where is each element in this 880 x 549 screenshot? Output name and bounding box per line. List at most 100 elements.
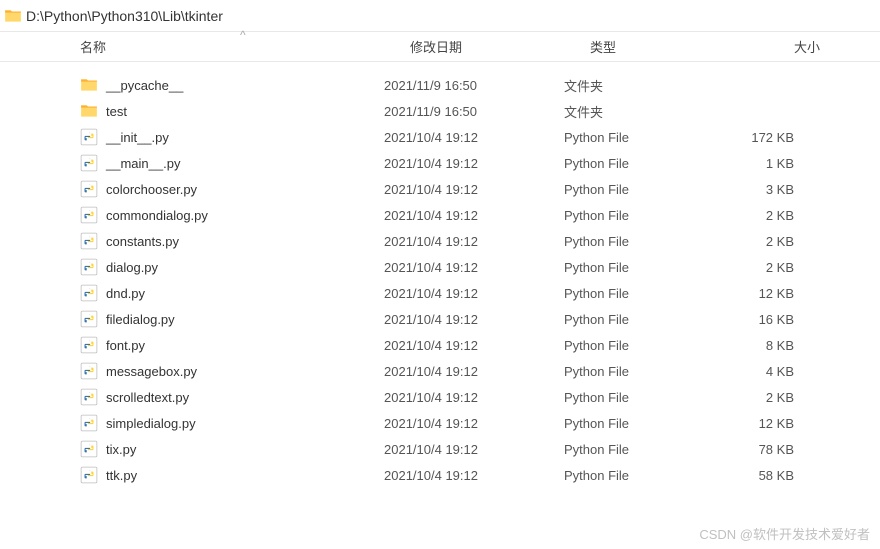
file-name-cell: __main__.py	[80, 154, 384, 172]
file-name-cell: ttk.py	[80, 466, 384, 484]
python-file-icon	[80, 310, 98, 328]
python-file-icon	[80, 180, 98, 198]
file-date: 2021/10/4 19:12	[384, 468, 564, 483]
address-path[interactable]: D:\Python\Python310\Lib\tkinter	[26, 8, 876, 24]
file-date: 2021/10/4 19:12	[384, 442, 564, 457]
file-type: Python File	[564, 312, 724, 327]
python-file-icon	[80, 154, 98, 172]
file-name-cell: simpledialog.py	[80, 414, 384, 432]
file-name-cell: constants.py	[80, 232, 384, 250]
file-size: 4 KB	[724, 364, 804, 379]
file-row[interactable]: __main__.py 2021/10/4 19:12Python File1 K…	[80, 150, 880, 176]
python-file-icon	[80, 362, 98, 380]
file-size: 58 KB	[724, 468, 804, 483]
file-name: filedialog.py	[106, 312, 175, 327]
file-size: 2 KB	[724, 208, 804, 223]
file-size: 2 KB	[724, 260, 804, 275]
file-row[interactable]: colorchooser.py 2021/10/4 19:12Python Fil…	[80, 176, 880, 202]
file-type: Python File	[564, 416, 724, 431]
column-header-name[interactable]: 名称 ^	[80, 37, 410, 56]
file-type: Python File	[564, 208, 724, 223]
file-date: 2021/10/4 19:12	[384, 416, 564, 431]
file-row[interactable]: test2021/11/9 16:50文件夹	[80, 98, 880, 124]
file-date: 2021/10/4 19:12	[384, 260, 564, 275]
python-file-icon	[80, 232, 98, 250]
file-row[interactable]: __init__.py 2021/10/4 19:12Python File172…	[80, 124, 880, 150]
file-row[interactable]: scrolledtext.py2021/10/4 19:12Python Fil…	[80, 384, 880, 410]
file-name: scrolledtext.py	[106, 390, 189, 405]
file-size: 172 KB	[724, 130, 804, 145]
file-name: colorchooser.py	[106, 182, 197, 197]
file-size: 12 KB	[724, 286, 804, 301]
python-file-icon	[80, 284, 98, 302]
file-name: constants.py	[106, 234, 179, 249]
file-size: 8 KB	[724, 338, 804, 353]
file-name: simpledialog.py	[106, 416, 196, 431]
file-type: Python File	[564, 156, 724, 171]
file-name: messagebox.py	[106, 364, 197, 379]
file-row[interactable]: messagebox.py 2021/10/4 19:12Python File4…	[80, 358, 880, 384]
file-row[interactable]: font.py 2021/10/4 19:12Python File8 KB	[80, 332, 880, 358]
file-name: tix.py	[106, 442, 136, 457]
column-header-type[interactable]: 类型	[590, 37, 750, 56]
file-name-cell: dnd.py	[80, 284, 384, 302]
file-name-cell: filedialog.py	[80, 310, 384, 328]
file-size: 16 KB	[724, 312, 804, 327]
file-row[interactable]: tix.py 2021/10/4 19:12Python File78 KB	[80, 436, 880, 462]
file-name-cell: commondialog.py	[80, 206, 384, 224]
file-name: __pycache__	[106, 78, 183, 93]
file-type: Python File	[564, 130, 724, 145]
python-file-icon	[80, 128, 98, 146]
file-name-cell: __pycache__	[80, 76, 384, 94]
file-name-cell: test	[80, 102, 384, 120]
file-date: 2021/10/4 19:12	[384, 182, 564, 197]
sort-indicator-icon: ^	[240, 28, 246, 42]
file-size: 78 KB	[724, 442, 804, 457]
file-type: Python File	[564, 338, 724, 353]
file-row[interactable]: __pycache__2021/11/9 16:50文件夹	[80, 72, 880, 98]
file-date: 2021/10/4 19:12	[384, 312, 564, 327]
file-row[interactable]: dnd.py2021/10/4 19:12Python File12 KB	[80, 280, 880, 306]
column-header-date[interactable]: 修改日期	[410, 37, 590, 56]
file-row[interactable]: filedialog.py 2021/10/4 19:12Python File1…	[80, 306, 880, 332]
file-size: 1 KB	[724, 156, 804, 171]
file-type: Python File	[564, 364, 724, 379]
file-row[interactable]: simpledialog.py 2021/10/4 19:12Python Fil…	[80, 410, 880, 436]
file-list: __pycache__2021/11/9 16:50文件夹test2021/11…	[0, 62, 880, 488]
file-type: 文件夹	[564, 76, 724, 95]
file-type: Python File	[564, 234, 724, 249]
file-type: 文件夹	[564, 102, 724, 121]
python-file-icon	[80, 336, 98, 354]
column-header-size[interactable]: 大小	[750, 37, 830, 56]
file-date: 2021/11/9 16:50	[384, 104, 564, 119]
file-name-cell: __init__.py	[80, 128, 384, 146]
folder-icon	[80, 76, 98, 94]
file-date: 2021/10/4 19:12	[384, 286, 564, 301]
file-date: 2021/10/4 19:12	[384, 364, 564, 379]
file-row[interactable]: ttk.py2021/10/4 19:12Python File58 KB	[80, 462, 880, 488]
file-row[interactable]: dialog.py 2021/10/4 19:12Python File2 KB	[80, 254, 880, 280]
file-name: ttk.py	[106, 468, 137, 483]
file-row[interactable]: constants.py 2021/10/4 19:12Python File2 …	[80, 228, 880, 254]
file-name: dialog.py	[106, 260, 158, 275]
file-size: 12 KB	[724, 416, 804, 431]
python-file-icon	[80, 206, 98, 224]
file-name: __init__.py	[106, 130, 169, 145]
file-name-cell: tix.py	[80, 440, 384, 458]
python-file-icon	[80, 388, 98, 406]
folder-icon	[4, 7, 22, 25]
file-date: 2021/10/4 19:12	[384, 130, 564, 145]
file-date: 2021/10/4 19:12	[384, 234, 564, 249]
file-type: Python File	[564, 260, 724, 275]
file-name: font.py	[106, 338, 145, 353]
file-row[interactable]: commondialog.py2021/10/4 19:12Python Fil…	[80, 202, 880, 228]
file-date: 2021/10/4 19:12	[384, 156, 564, 171]
file-type: Python File	[564, 390, 724, 405]
file-size: 2 KB	[724, 234, 804, 249]
file-name: __main__.py	[106, 156, 180, 171]
file-type: Python File	[564, 286, 724, 301]
address-bar[interactable]: D:\Python\Python310\Lib\tkinter	[0, 0, 880, 32]
file-date: 2021/10/4 19:12	[384, 338, 564, 353]
file-type: Python File	[564, 442, 724, 457]
file-type: Python File	[564, 182, 724, 197]
